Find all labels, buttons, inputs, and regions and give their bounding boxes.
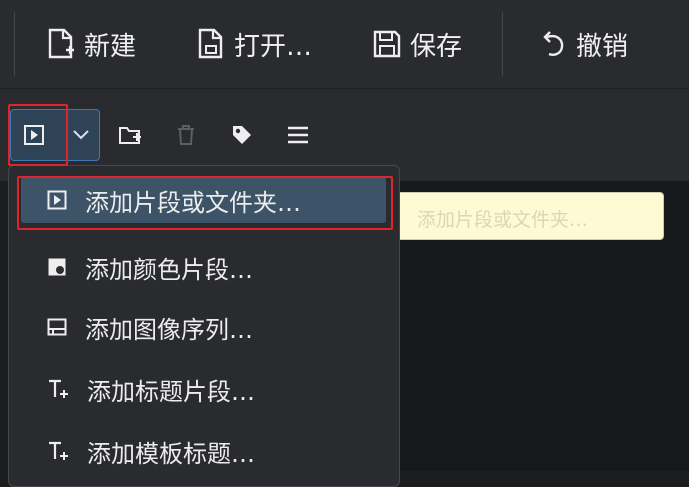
menu-item-add-template-title[interactable]: 添加模板标题… xyxy=(21,428,386,474)
menu-item-label: 添加颜色片段… xyxy=(85,255,253,284)
template-title-icon xyxy=(49,441,68,460)
menu-item-add-image-sequence[interactable]: 添加图像序列… xyxy=(21,304,386,350)
delete-button[interactable] xyxy=(168,119,204,151)
toolbar-separator xyxy=(502,12,503,76)
add-clip-dropdown[interactable] xyxy=(64,119,98,151)
undo-button-label: 撤销 xyxy=(576,31,629,62)
tooltip-text: 添加片段或文件夹… xyxy=(417,209,589,231)
trash-icon xyxy=(178,125,194,145)
menu-item-label: 添加模板标题… xyxy=(87,439,255,468)
menu-item-label: 添加标题片段… xyxy=(87,377,255,406)
add-folder-icon xyxy=(119,127,141,144)
title-clip-icon xyxy=(49,379,68,398)
tooltip: 添加片段或文件夹… xyxy=(386,192,664,240)
toolbar-separator xyxy=(14,12,15,76)
highlight-box xyxy=(17,176,393,230)
image-sequence-icon xyxy=(47,318,67,336)
new-file-icon xyxy=(48,28,74,59)
tag-button[interactable] xyxy=(224,119,260,151)
main-toolbar: 新建 打开… 保存 撤销 xyxy=(0,0,689,89)
open-button-label: 打开… xyxy=(234,31,313,62)
save-button[interactable]: 保存 xyxy=(372,22,462,66)
add-folder-button[interactable] xyxy=(112,119,148,151)
new-button[interactable]: 新建 xyxy=(46,22,136,66)
open-file-icon xyxy=(198,28,223,59)
tag-icon xyxy=(233,126,251,144)
menu-item-add-title-clip[interactable]: 添加标题片段… xyxy=(21,366,386,412)
open-button[interactable]: 打开… xyxy=(196,22,312,66)
menu-button[interactable] xyxy=(280,119,316,151)
menu-item-label: 添加图像序列… xyxy=(85,315,253,344)
highlight-box xyxy=(8,104,68,166)
chevron-down-icon xyxy=(73,130,89,140)
menu-item-add-color-clip[interactable]: 添加颜色片段… xyxy=(21,244,386,290)
save-icon xyxy=(373,30,401,58)
new-button-label: 新建 xyxy=(84,31,137,62)
hamburger-menu-icon xyxy=(288,126,308,144)
save-button-label: 保存 xyxy=(410,31,463,62)
color-clip-icon xyxy=(48,258,66,276)
undo-button[interactable]: 撤销 xyxy=(538,22,628,66)
undo-icon xyxy=(543,31,564,56)
